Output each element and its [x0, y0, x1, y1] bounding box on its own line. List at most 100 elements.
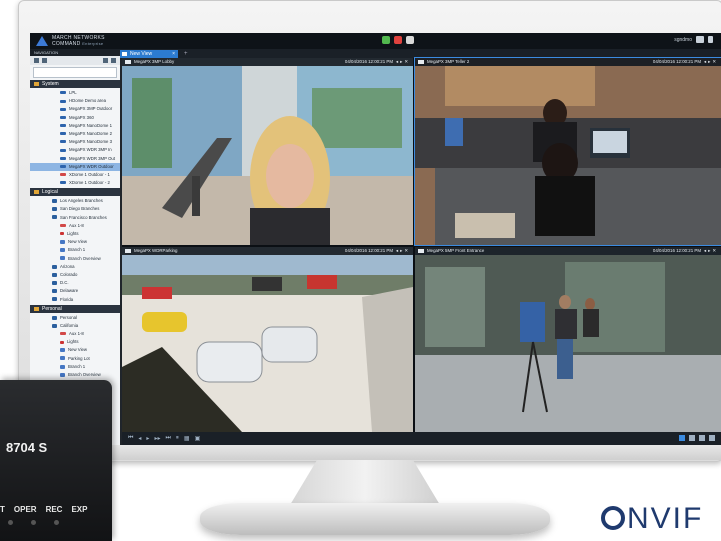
camera-icon	[60, 91, 66, 95]
logout-icon[interactable]	[708, 36, 713, 43]
rewind-icon[interactable]: ⏮	[128, 435, 133, 442]
tree-item-folder[interactable]: Colorado	[30, 271, 120, 279]
tree-item-folder[interactable]: San Francisco Branches	[30, 214, 120, 222]
status-ok-icon[interactable]	[382, 36, 390, 44]
fast-forward-icon[interactable]: ⏭	[165, 435, 170, 442]
tree-item-folder[interactable]: California	[30, 322, 120, 330]
video-tile-entrance[interactable]: MegaPX 5MP Front Entrance 04/04/2016 12:…	[415, 247, 721, 432]
tree-item-camera[interactable]: HDome Demo area	[30, 97, 120, 105]
playback-toolbar: ⏮ ◂ ▸ ▸▸ ⏭ ⏸ ▦ ▣	[122, 432, 721, 445]
section-system[interactable]: System	[30, 80, 120, 88]
layout-grid-icon[interactable]: ▦	[184, 435, 190, 442]
tree-item-camera[interactable]: MegaPX 360	[30, 114, 120, 122]
tree-item-folder[interactable]: Los Angeles Branches	[30, 197, 120, 205]
tree-item-flag[interactable]: Lights	[30, 230, 120, 238]
tree-item-camera[interactable]: MegaPX WDR Outdoor	[30, 162, 120, 171]
tree-item-label: Aux 1-8	[69, 222, 84, 228]
close-icon[interactable]: ×	[172, 50, 175, 58]
settings-icon[interactable]	[699, 435, 705, 441]
tree-item-grid[interactable]: Branch Overview	[30, 255, 120, 263]
grid-icon	[60, 364, 65, 369]
notification-icon[interactable]	[406, 36, 414, 44]
tile-header: MegaPX 3MP Lobby 04/04/2016 12:00:21 PM …	[122, 58, 413, 66]
tree-item-folder[interactable]: Delaware	[30, 287, 120, 295]
fullscreen-icon[interactable]	[689, 435, 695, 441]
add-tab-button[interactable]: +	[184, 50, 188, 58]
tree-item-camera[interactable]: MegaPX NanoDome 3	[30, 138, 120, 146]
brand-edition: Enterprise	[82, 40, 104, 46]
lobby-video-feed	[122, 58, 413, 245]
section-logical[interactable]: Logical	[30, 188, 120, 197]
camera-icon	[125, 249, 131, 253]
alert-icon	[60, 224, 66, 228]
tree-item-label: San Francisco Branches	[60, 214, 107, 220]
tree-item-grid[interactable]: Branch 1	[30, 246, 120, 254]
tree-item-grid[interactable]: Branch 1	[30, 363, 120, 371]
search-input[interactable]	[33, 67, 117, 78]
more-icon[interactable]	[709, 435, 715, 441]
tree-item-camera[interactable]: LPL	[30, 89, 120, 97]
led-label: REC	[45, 505, 63, 514]
play-icon[interactable]: ▸	[146, 435, 149, 442]
pause-icon[interactable]: ⏸	[176, 435, 179, 442]
settings-icon[interactable]	[103, 58, 108, 63]
app-title-bar: MARCH NETWORKS COMMAND Enterprise sgndmo	[30, 33, 721, 49]
snapshot-icon[interactable]: ▣	[195, 435, 201, 442]
tree-item-grid[interactable]: Parking Lot	[30, 355, 120, 363]
tile-controls[interactable]: ◂▸✕	[704, 58, 718, 66]
tree-item-label: LPL	[69, 90, 77, 95]
tree-item-alert[interactable]: Aux 1-8	[30, 330, 120, 338]
folder-icon[interactable]	[34, 58, 39, 63]
tree-item-grid[interactable]: Branch Overview	[30, 371, 120, 379]
tree-item-folder[interactable]: Arizona	[30, 263, 120, 271]
grid-icon	[60, 256, 65, 261]
folder-icon	[52, 272, 57, 277]
tree-item-folder[interactable]: Florida	[30, 296, 120, 304]
quad-layout-icon[interactable]	[679, 435, 685, 441]
tree-item-camera[interactable]: MegaPX NanoDome 1	[30, 122, 120, 130]
username[interactable]: sgndmo	[674, 37, 692, 43]
led-label: T	[0, 505, 5, 514]
section-personal[interactable]: Personal	[30, 304, 120, 313]
tree-item-grid[interactable]: New View	[30, 346, 120, 354]
folder-icon	[52, 289, 57, 294]
tree-item-folder[interactable]: San Diego Branches	[30, 205, 120, 213]
video-tile-lobby[interactable]: MegaPX 3MP Lobby 04/04/2016 12:00:21 PM …	[122, 58, 413, 245]
tile-controls[interactable]: ◂▸✕	[704, 247, 718, 255]
tree-item-flag[interactable]: Lights	[30, 338, 120, 346]
tile-camera-name: MegaPX WDRParking	[134, 248, 178, 253]
tile-controls[interactable]: ◂▸✕	[396, 58, 410, 66]
navigation-title: NAVIGATION	[30, 49, 120, 56]
status-led	[8, 520, 13, 525]
alert-icon	[60, 332, 66, 336]
tree-item-grid[interactable]: New View	[30, 238, 120, 246]
delete-icon[interactable]	[42, 58, 47, 63]
tree-item-camera[interactable]: XDome 1 Outdoor - 2	[30, 179, 120, 187]
video-tile-parking[interactable]: MegaPX WDRParking 04/04/2016 12:00:21 PM…	[122, 247, 413, 432]
tree-item-camera[interactable]: MegaPX WDR 3MP Out	[30, 155, 120, 163]
collapse-icon[interactable]	[111, 58, 116, 63]
view-options	[679, 435, 715, 441]
alarm-icon[interactable]	[394, 36, 402, 44]
tree-item-camera[interactable]: MegaPX 3MP Outdoor	[30, 105, 120, 113]
brand-product-name: COMMAND	[52, 40, 81, 47]
layout-icon[interactable]	[696, 36, 704, 43]
led-label: EXP	[71, 505, 88, 514]
video-tile-teller[interactable]: MegaPX 3MP Teller 2 04/04/2016 12:00:21 …	[414, 57, 721, 246]
tree-item-alert[interactable]: XDome 1 Outdoor - 1	[30, 171, 120, 179]
tab-new-view[interactable]: New View ×	[120, 50, 178, 58]
video-wall: MegaPX 3MP Lobby 04/04/2016 12:00:21 PM …	[122, 57, 721, 432]
status-led	[31, 520, 36, 525]
tile-controls[interactable]: ◂▸✕	[396, 247, 410, 255]
step-forward-icon[interactable]: ▸▸	[154, 435, 160, 442]
parking-video-feed	[122, 247, 413, 432]
tree-item-alert[interactable]: Aux 1-8	[30, 222, 120, 230]
tree-item-folder[interactable]: D.C.	[30, 279, 120, 287]
tree-item-label: Arizona	[60, 263, 75, 269]
tree-item-folder[interactable]: Personal	[30, 314, 120, 322]
tree-item-camera[interactable]: MegaPX WDR 3MP In	[30, 146, 120, 154]
tree-item-label: MegaPX NanoDome 2	[69, 130, 112, 136]
tree-item-camera[interactable]: MegaPX NanoDome 2	[30, 130, 120, 138]
folder-icon	[52, 199, 57, 204]
step-back-icon[interactable]: ◂	[138, 435, 141, 442]
